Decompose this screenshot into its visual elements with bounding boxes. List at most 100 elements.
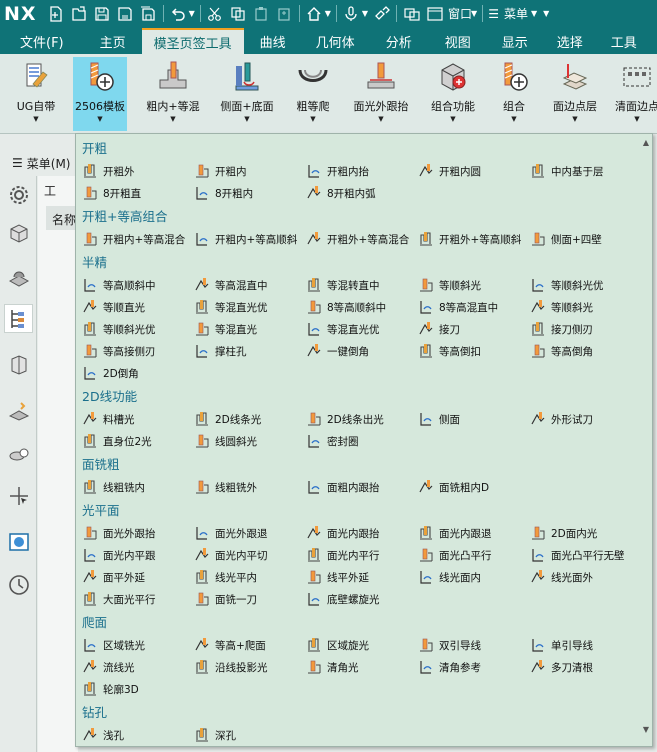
rough-climb-button[interactable]: 粗等爬 ▼ bbox=[290, 57, 336, 131]
combo-function-button[interactable]: 组合功能 ▼ bbox=[426, 57, 480, 131]
gallery-item[interactable]: 线粗铣内 bbox=[82, 477, 145, 497]
undo-icon[interactable] bbox=[169, 4, 188, 23]
gallery-item[interactable]: 8开粗内弧 bbox=[306, 183, 376, 203]
clean-face-button[interactable]: 清面边点 ▼ bbox=[612, 57, 657, 131]
gallery-item[interactable]: 8开粗直 bbox=[82, 183, 141, 203]
gallery-item[interactable]: 等顺斜光优 bbox=[82, 319, 156, 339]
tab-home[interactable]: 主页 bbox=[84, 28, 142, 54]
gallery-item[interactable]: 等顺斜光 bbox=[530, 297, 593, 317]
gallery-item[interactable]: 区域旋光 bbox=[306, 635, 369, 655]
quick-menu-dropdown-icon[interactable]: ▼ bbox=[531, 9, 537, 18]
gallery-item[interactable]: 开粗外 bbox=[82, 161, 135, 181]
window-dropdown-icon[interactable]: ▼ bbox=[471, 9, 477, 18]
gallery-item[interactable]: 等混转直中 bbox=[306, 275, 380, 295]
scroll-down-icon[interactable]: ▼ bbox=[643, 725, 649, 734]
gallery-item[interactable]: 区域铣光 bbox=[82, 635, 145, 655]
gallery-item[interactable]: 单引导线 bbox=[530, 635, 593, 655]
gallery-item[interactable]: 底壁螺旋光 bbox=[306, 589, 380, 609]
window-icon[interactable] bbox=[425, 4, 444, 23]
side-floor-button[interactable]: 侧面+底面 ▼ bbox=[216, 57, 278, 131]
gallery-item[interactable]: 等高倒扣 bbox=[418, 341, 481, 361]
home-icon[interactable] bbox=[305, 4, 324, 23]
gallery-item[interactable]: 线粗铣外 bbox=[194, 477, 257, 497]
tab-display[interactable]: 显示 bbox=[487, 28, 543, 54]
tab-select[interactable]: 选择 bbox=[543, 28, 597, 54]
save-all-icon[interactable] bbox=[139, 4, 158, 23]
gallery-item[interactable]: 2D线条出光 bbox=[306, 409, 384, 429]
gallery-item[interactable]: 等混直光 bbox=[194, 319, 257, 339]
gallery-item[interactable]: 等高+爬面 bbox=[194, 635, 266, 655]
navigator-name-column[interactable]: 名称 bbox=[46, 206, 78, 230]
tab-curve[interactable]: 曲线 bbox=[244, 28, 302, 54]
microphone-icon[interactable] bbox=[342, 4, 361, 23]
gallery-item[interactable]: 开粗内圆 bbox=[418, 161, 481, 181]
rough-inner-button[interactable]: 粗内+等混 ▼ bbox=[140, 57, 206, 131]
settings-icon[interactable] bbox=[4, 180, 33, 209]
gallery-item[interactable]: 密封圈 bbox=[306, 431, 359, 451]
gallery-item[interactable]: 撑柱孔 bbox=[194, 341, 247, 361]
gallery-item[interactable]: 等高接侧刃 bbox=[82, 341, 156, 361]
gallery-item[interactable]: 多刀清根 bbox=[530, 657, 593, 677]
gallery-item[interactable]: 线圆斜光 bbox=[194, 431, 257, 451]
tab-file[interactable]: 文件(F) bbox=[0, 28, 84, 54]
tab-view[interactable]: 视图 bbox=[429, 28, 487, 54]
gallery-item[interactable]: 料槽光 bbox=[82, 409, 135, 429]
operation-navigator-icon[interactable] bbox=[4, 304, 33, 333]
home-dropdown-icon[interactable]: ▼ bbox=[325, 9, 331, 18]
gallery-item[interactable]: 面光外跟抬 bbox=[82, 523, 156, 543]
gallery-item[interactable]: 面铣粗内D bbox=[418, 477, 489, 497]
gallery-item[interactable]: 外形试刀 bbox=[530, 409, 593, 429]
quick-menu-label[interactable]: 菜单 bbox=[504, 5, 528, 22]
window-switch-icon[interactable] bbox=[402, 4, 421, 23]
combo-button[interactable]: 组合 ▼ bbox=[494, 57, 534, 131]
gallery-item[interactable]: 直身位2光 bbox=[82, 431, 152, 451]
gallery-item[interactable]: 线平外延 bbox=[306, 567, 369, 587]
reuse-library-icon[interactable] bbox=[4, 396, 33, 425]
hd3d-tools-icon[interactable] bbox=[4, 439, 33, 468]
new-file-icon[interactable] bbox=[47, 4, 66, 23]
gallery-item[interactable]: 开粗外+等高顺斜 bbox=[418, 229, 521, 249]
gallery-item[interactable]: 开粗外+等高混合 bbox=[306, 229, 409, 249]
gallery-item[interactable]: 大面光平行 bbox=[82, 589, 156, 609]
tab-geometry[interactable]: 几何体 bbox=[302, 28, 369, 54]
gallery-item[interactable]: 等高顺斜中 bbox=[82, 275, 156, 295]
gallery-item[interactable]: 线光面内 bbox=[418, 567, 481, 587]
open-file-icon[interactable] bbox=[70, 4, 89, 23]
copy-icon[interactable] bbox=[229, 4, 248, 23]
hamburger-icon[interactable]: ☰ bbox=[488, 7, 499, 21]
cut-icon[interactable] bbox=[206, 4, 225, 23]
gallery-item[interactable]: 深孔 bbox=[194, 725, 236, 745]
gallery-item[interactable]: 线光面外 bbox=[530, 567, 593, 587]
gallery-item[interactable]: 2D倒角 bbox=[82, 363, 139, 383]
save-as-icon[interactable] bbox=[116, 4, 135, 23]
gallery-item[interactable]: 8开粗内 bbox=[194, 183, 253, 203]
gallery-item[interactable]: 中内基于层 bbox=[530, 161, 604, 181]
gallery-item[interactable]: 8等高顺斜中 bbox=[306, 297, 386, 317]
gallery-item[interactable]: 面铣一刀 bbox=[194, 589, 257, 609]
gallery-item[interactable]: 沿线投影光 bbox=[194, 657, 268, 677]
gallery-item[interactable]: 等混直光优 bbox=[194, 297, 268, 317]
history-icon[interactable] bbox=[4, 570, 33, 599]
gallery-item[interactable]: 面粗内跟抬 bbox=[306, 477, 380, 497]
window-menu-label[interactable]: 窗口 bbox=[448, 5, 472, 22]
gallery-item[interactable]: 面光内平行 bbox=[306, 545, 380, 565]
microphone-dropdown-icon[interactable]: ▼ bbox=[362, 9, 368, 18]
navigator-view-label[interactable]: 工 bbox=[44, 182, 56, 199]
gallery-item[interactable]: 轮廓3D bbox=[82, 679, 139, 699]
part-navigator-icon[interactable] bbox=[4, 218, 33, 247]
web-browser-icon[interactable] bbox=[4, 527, 33, 556]
customize-toolbar-icon[interactable]: ▼ bbox=[543, 9, 549, 18]
gallery-item[interactable]: 2D面内光 bbox=[530, 523, 597, 543]
tab-tools[interactable]: 工具 bbox=[597, 28, 651, 54]
gallery-item[interactable]: 开粗内 bbox=[194, 161, 247, 181]
template-2506-button[interactable]: 2506模板 ▼ bbox=[73, 57, 127, 131]
gallery-item[interactable]: 面光外跟退 bbox=[194, 523, 268, 543]
gallery-item[interactable]: 等高混直中 bbox=[194, 275, 268, 295]
gallery-item[interactable]: 接刀侧刃 bbox=[530, 319, 593, 339]
save-icon[interactable] bbox=[93, 4, 112, 23]
gallery-item[interactable]: 双引导线 bbox=[418, 635, 481, 655]
gallery-item[interactable]: 清角参考 bbox=[418, 657, 481, 677]
tab-mold-tools[interactable]: 模圣页签工具 bbox=[141, 28, 244, 54]
paste-icon[interactable] bbox=[252, 4, 271, 23]
gallery-item[interactable]: 面光内平跟 bbox=[82, 545, 156, 565]
